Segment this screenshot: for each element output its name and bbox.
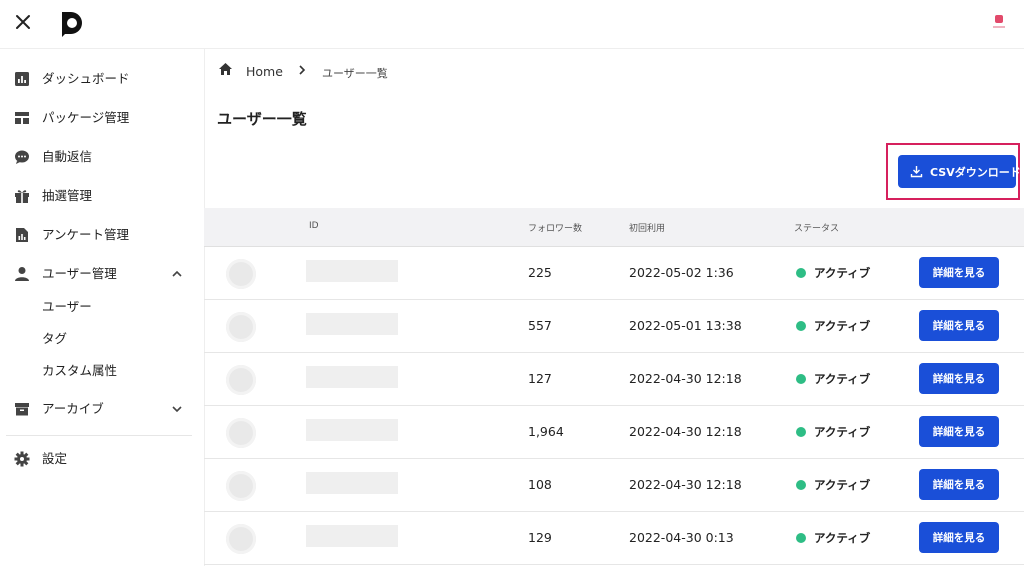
user-avatar bbox=[226, 259, 256, 289]
first-use-date: 2022-05-01 13:38 bbox=[629, 318, 742, 333]
follower-count: 127 bbox=[528, 371, 552, 386]
sidebar-item-label: パッケージ管理 bbox=[42, 110, 130, 125]
first-use-date: 2022-04-30 12:18 bbox=[629, 477, 742, 492]
status-dot bbox=[796, 321, 806, 331]
status-label: アクティブ bbox=[814, 531, 871, 545]
sidebar-item-user-management[interactable]: ユーザー管理 bbox=[0, 259, 204, 289]
sidebar-item-settings[interactable]: 設定 bbox=[0, 444, 204, 474]
sidebar-subitem-tags[interactable]: タグ bbox=[42, 331, 67, 347]
user-avatar bbox=[226, 312, 256, 342]
first-use-date: 2022-04-30 12:18 bbox=[629, 371, 742, 386]
status-dot bbox=[796, 533, 806, 543]
app-logo[interactable] bbox=[58, 9, 86, 37]
user-id-redacted bbox=[306, 419, 398, 441]
status-label: アクティブ bbox=[814, 372, 871, 386]
column-header-id[interactable]: ID bbox=[309, 221, 319, 231]
table-row: 1,964 2022-04-30 12:18 アクティブ 詳細を見る bbox=[204, 405, 1024, 459]
sidebar-item-label: 設定 bbox=[42, 451, 68, 466]
csv-download-label: CSVダウンロード bbox=[930, 166, 1021, 179]
breadcrumb-current: ユーザー一覧 bbox=[322, 67, 388, 80]
download-icon bbox=[910, 166, 923, 178]
sidebar-item-label: ユーザー管理 bbox=[42, 266, 117, 281]
gear-icon bbox=[14, 451, 30, 467]
chevron-up-icon[interactable] bbox=[171, 268, 183, 280]
follower-count: 129 bbox=[528, 530, 552, 545]
sidebar-item-auto-reply[interactable]: 自動返信 bbox=[0, 142, 204, 172]
chevron-right-icon bbox=[299, 65, 306, 75]
sidebar-subitem-users[interactable]: ユーザー bbox=[42, 299, 92, 315]
status-dot bbox=[796, 427, 806, 437]
chat-icon bbox=[15, 150, 29, 164]
sidebar-item-label: ダッシュボード bbox=[42, 71, 130, 86]
sidebar-item-lottery[interactable]: 抽選管理 bbox=[0, 181, 204, 211]
close-icon[interactable] bbox=[14, 13, 32, 31]
home-icon[interactable] bbox=[218, 62, 233, 77]
first-use-date: 2022-05-02 1:36 bbox=[629, 265, 734, 280]
sidebar-item-label: アーカイブ bbox=[42, 401, 104, 416]
sidebar-item-package[interactable]: パッケージ管理 bbox=[0, 103, 204, 133]
view-details-button[interactable]: 詳細を見る bbox=[919, 469, 999, 500]
archive-icon bbox=[15, 403, 29, 416]
view-details-button[interactable]: 詳細を見る bbox=[919, 310, 999, 341]
table-row: 129 2022-04-30 0:13 アクティブ 詳細を見る bbox=[204, 511, 1024, 565]
table-header: ID フォロワー数 初回利用 ステータス bbox=[204, 208, 1024, 247]
person-icon bbox=[15, 267, 29, 281]
chevron-down-icon[interactable] bbox=[171, 403, 183, 415]
follower-count: 225 bbox=[528, 265, 552, 280]
gift-icon bbox=[15, 190, 29, 203]
column-header-first-use[interactable]: 初回利用 bbox=[629, 221, 665, 234]
first-use-date: 2022-04-30 0:13 bbox=[629, 530, 734, 545]
sidebar: ダッシュボード パッケージ管理 自動返信 抽選管理 アンケート管理 ユーザー管理… bbox=[0, 48, 205, 566]
table-row: 225 2022-05-02 1:36 アクティブ 詳細を見る bbox=[204, 246, 1024, 300]
user-id-redacted bbox=[306, 472, 398, 494]
user-avatar bbox=[226, 418, 256, 448]
status-dot bbox=[796, 480, 806, 490]
view-details-button[interactable]: 詳細を見る bbox=[919, 522, 999, 553]
sidebar-item-archive[interactable]: アーカイブ bbox=[0, 394, 204, 424]
table-row: 127 2022-04-30 12:18 アクティブ 詳細を見る bbox=[204, 352, 1024, 406]
column-header-followers[interactable]: フォロワー数 bbox=[528, 221, 582, 234]
csv-download-button[interactable]: CSVダウンロード bbox=[898, 155, 1021, 188]
status-label: アクティブ bbox=[814, 319, 871, 333]
follower-count: 1,964 bbox=[528, 424, 564, 439]
user-avatar bbox=[226, 471, 256, 501]
view-details-button[interactable]: 詳細を見る bbox=[919, 257, 999, 288]
user-avatar bbox=[226, 524, 256, 554]
follower-count: 557 bbox=[528, 318, 552, 333]
status-label: アクティブ bbox=[814, 425, 871, 439]
user-avatar bbox=[226, 365, 256, 395]
top-bar bbox=[0, 0, 1024, 49]
breadcrumb-home[interactable]: Home bbox=[246, 64, 283, 79]
first-use-date: 2022-04-30 12:18 bbox=[629, 424, 742, 439]
status-dot bbox=[796, 268, 806, 278]
status-label: アクティブ bbox=[814, 478, 871, 492]
sidebar-item-dashboard[interactable]: ダッシュボード bbox=[0, 64, 204, 94]
follower-count: 108 bbox=[528, 477, 552, 492]
table-row: 108 2022-04-30 12:18 アクティブ 詳細を見る bbox=[204, 458, 1024, 512]
user-id-redacted bbox=[306, 525, 398, 547]
user-id-redacted bbox=[306, 260, 398, 282]
layout-icon bbox=[15, 112, 29, 124]
status-dot bbox=[796, 374, 806, 384]
chart-icon bbox=[15, 72, 29, 86]
user-id-redacted bbox=[306, 313, 398, 335]
survey-icon bbox=[16, 228, 28, 242]
table-row: 557 2022-05-01 13:38 アクティブ 詳細を見る bbox=[204, 299, 1024, 353]
sidebar-item-label: 自動返信 bbox=[42, 149, 93, 164]
sidebar-divider bbox=[6, 435, 192, 436]
sidebar-item-label: アンケート管理 bbox=[42, 227, 130, 242]
sidebar-subitem-custom-attributes[interactable]: カスタム属性 bbox=[42, 363, 117, 379]
column-header-status[interactable]: ステータス bbox=[794, 221, 839, 234]
page-title: ユーザー一覧 bbox=[217, 110, 307, 128]
status-label: アクティブ bbox=[814, 266, 871, 280]
view-details-button[interactable]: 詳細を見る bbox=[919, 363, 999, 394]
account-logo[interactable] bbox=[990, 13, 1008, 31]
view-details-button[interactable]: 詳細を見る bbox=[919, 416, 999, 447]
sidebar-item-label: 抽選管理 bbox=[42, 188, 93, 203]
user-id-redacted bbox=[306, 366, 398, 388]
sidebar-item-survey[interactable]: アンケート管理 bbox=[0, 220, 204, 250]
